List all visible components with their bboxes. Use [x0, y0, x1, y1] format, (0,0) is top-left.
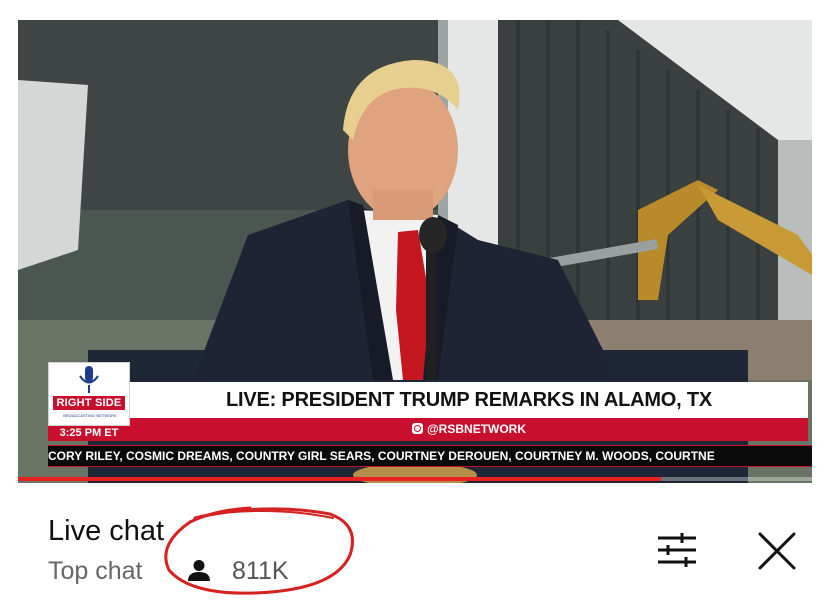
social-handle-bar: @RSBNETWORK	[130, 418, 808, 441]
instagram-icon	[411, 423, 423, 434]
close-icon[interactable]	[756, 530, 798, 572]
news-ticker: CORY RILEY, COSMIC DREAMS, COUNTRY GIRL …	[48, 445, 812, 467]
social-handle: @RSBNETWORK	[426, 422, 527, 436]
channel-logo: RIGHT SIDE BROADCASTING NETWORK	[48, 362, 130, 426]
tune-filter-icon[interactable]	[656, 532, 698, 568]
chat-title: Live chat	[48, 515, 165, 547]
video-progress-bar[interactable]	[18, 477, 812, 481]
progress-fill	[18, 477, 662, 481]
microphone-icon	[79, 366, 99, 393]
video-player[interactable]: RIGHT SIDE BROADCASTING NETWORK 3:25 PM …	[18, 20, 812, 483]
logo-text: RIGHT SIDE	[53, 396, 125, 410]
chat-mode-selector[interactable]: Top chat	[48, 557, 143, 586]
broadcast-time: 3:25 PM ET	[48, 426, 130, 441]
red-annotation-circle	[164, 506, 354, 595]
logo-subtext: BROADCASTING NETWORK	[63, 413, 117, 418]
headline-banner: LIVE: PRESIDENT TRUMP REMARKS IN ALAMO, …	[130, 382, 808, 418]
